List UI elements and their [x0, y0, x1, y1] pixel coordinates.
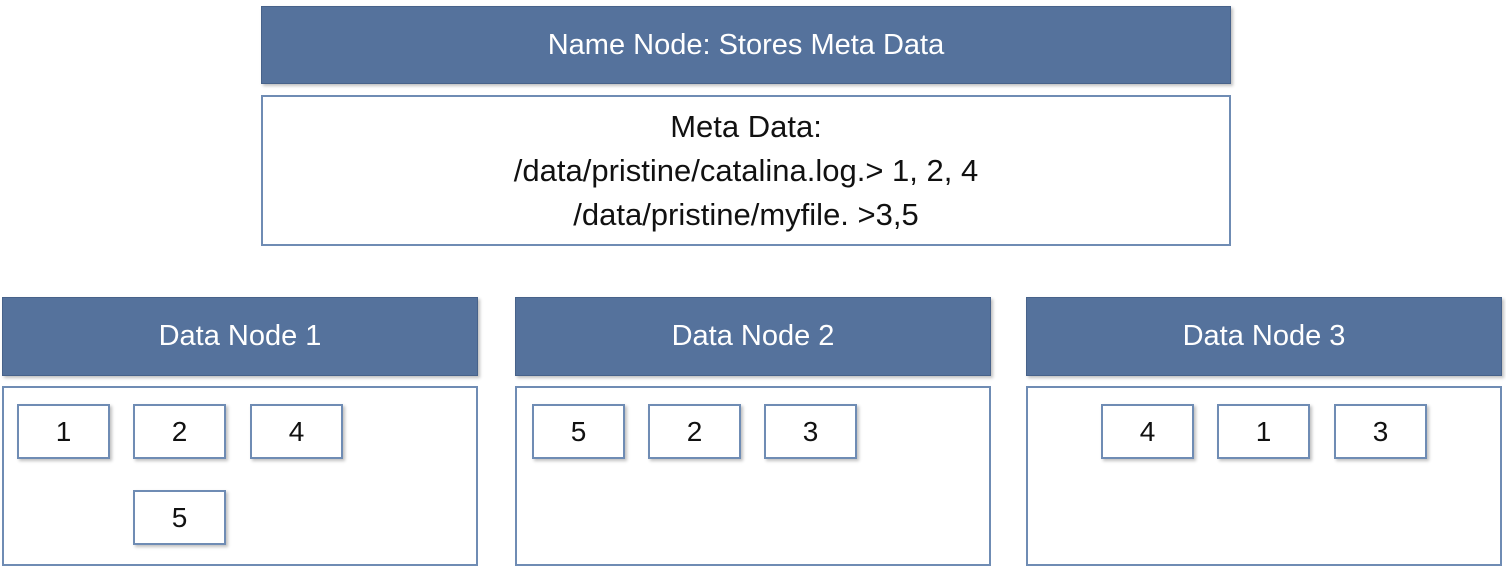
data-node-3-header: Data Node 3: [1026, 297, 1502, 376]
data-node-1-header: Data Node 1: [2, 297, 478, 376]
meta-data-box: Meta Data: /data/pristine/catalina.log.>…: [261, 95, 1231, 246]
data-block: 1: [17, 404, 110, 459]
data-block: 3: [764, 404, 857, 459]
data-node-2-header: Data Node 2: [515, 297, 991, 376]
data-block: 2: [133, 404, 226, 459]
data-block: 3: [1334, 404, 1427, 459]
data-block: 1: [1217, 404, 1310, 459]
name-node-header: Name Node: Stores Meta Data: [261, 6, 1231, 84]
data-block: 2: [648, 404, 741, 459]
data-node-1-title: Data Node 1: [158, 320, 322, 352]
data-node-1-body: 1 2 4 5: [2, 386, 478, 566]
meta-data-heading: Meta Data:: [670, 108, 822, 144]
data-block: 4: [250, 404, 343, 459]
data-block: 5: [133, 490, 226, 545]
data-block: 4: [1101, 404, 1194, 459]
meta-data-line: /data/pristine/catalina.log.> 1, 2, 4: [513, 152, 979, 188]
data-node-2-title: Data Node 2: [671, 320, 835, 352]
data-node-3-title: Data Node 3: [1182, 320, 1346, 352]
name-node-title: Name Node: Stores Meta Data: [547, 28, 945, 61]
data-node-2-body: 5 2 3: [515, 386, 991, 566]
data-node-3-body: 4 1 3: [1026, 386, 1502, 566]
meta-data-line: /data/pristine/myfile. >3,5: [573, 196, 919, 232]
data-block: 5: [532, 404, 625, 459]
